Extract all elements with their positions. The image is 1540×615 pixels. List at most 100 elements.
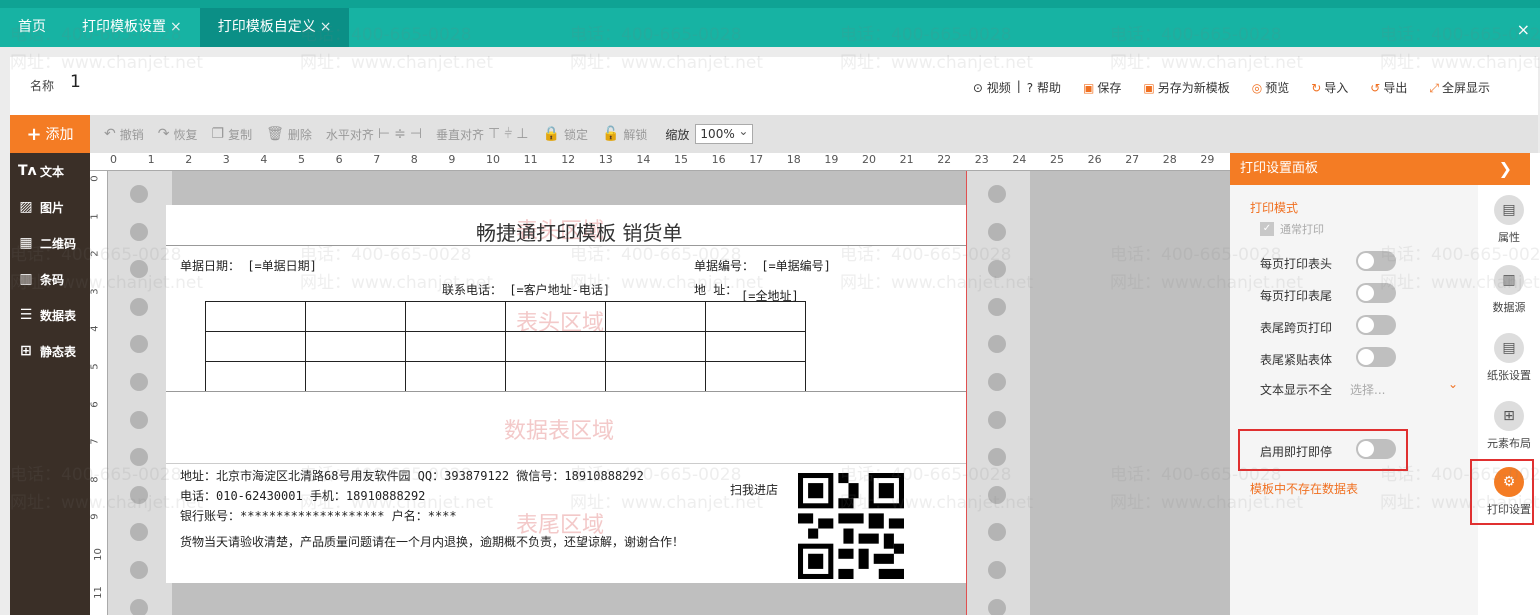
ruler-tick: 22 bbox=[937, 153, 952, 166]
tab-home[interactable]: 首页 bbox=[0, 7, 64, 47]
ruler-tick: 29 bbox=[1200, 153, 1215, 166]
ruler-tick: 11 bbox=[523, 153, 538, 166]
footer-tel[interactable]: 电话：010-62430001 手机：18910888292 bbox=[180, 487, 425, 504]
align-top-icon[interactable]: ⊤ bbox=[488, 126, 500, 142]
align-left-icon[interactable]: ⊢ bbox=[378, 126, 390, 142]
sidebar-item-image[interactable]: ▨ 图片 bbox=[10, 189, 90, 225]
tractor-hole bbox=[130, 523, 148, 542]
sidebar-item-barcode[interactable]: ▥ 条码 bbox=[10, 261, 90, 297]
tractor-hole bbox=[988, 448, 1006, 467]
align-bottom-icon[interactable]: ⊥ bbox=[516, 126, 528, 142]
ruler-tick: 28 bbox=[1162, 153, 1177, 166]
align-right-icon[interactable]: ⊣ bbox=[410, 126, 422, 142]
preview-icon: ◎ bbox=[1251, 81, 1263, 95]
name-label: 名称 bbox=[30, 79, 55, 93]
tractor-strip-left bbox=[108, 171, 172, 615]
import-button[interactable]: ↻ 导入 bbox=[1311, 79, 1348, 96]
name-value[interactable]: 1 bbox=[70, 72, 81, 92]
ruler-left: 0 1 2 3 4 5 6 7 8 9 10 11 bbox=[90, 171, 108, 615]
row-label: 表尾紧贴表体 bbox=[1260, 353, 1333, 367]
zoom-select[interactable]: 100% bbox=[695, 122, 754, 144]
ruler-tick: 1 bbox=[147, 153, 155, 166]
rail-item-datasource[interactable]: ▥ 数据源 bbox=[1478, 265, 1540, 315]
layout-icon: ⊞ bbox=[1494, 401, 1524, 431]
fullscreen-icon: ⤢ bbox=[1429, 81, 1439, 95]
sidebar-item-datatable[interactable]: ☰ 数据表 bbox=[10, 297, 90, 333]
delete-button[interactable]: 🗑 删除 bbox=[266, 126, 312, 143]
ruler-tick: 0 bbox=[90, 175, 101, 182]
save-icon: ▣ bbox=[1083, 81, 1095, 95]
toggle-footer-stick-body[interactable] bbox=[1356, 347, 1396, 367]
rail-item-element-layout[interactable]: ⊞ 元素布局 bbox=[1478, 401, 1540, 451]
tractor-hole bbox=[988, 260, 1006, 279]
save-as-button[interactable]: ▣ 另存为新模板 bbox=[1143, 79, 1229, 96]
tractor-hole bbox=[130, 297, 148, 316]
unlock-button[interactable]: 🔓 解锁 bbox=[602, 126, 647, 143]
footer-address[interactable]: 地址：北京市海淀区北清路68号用友软件园 QQ：393879122 微信号：18… bbox=[180, 467, 644, 484]
video-button[interactable]: ⊙ 视频 bbox=[973, 79, 1011, 96]
align-middle-icon[interactable]: ⫩ bbox=[504, 126, 512, 142]
row-label: 每页打印表头 bbox=[1260, 257, 1333, 271]
scan-label[interactable]: 扫我进店 bbox=[730, 481, 778, 498]
close-icon[interactable]: × bbox=[1517, 20, 1530, 39]
ruler-tick: 9 bbox=[448, 153, 456, 166]
normal-print-checkbox[interactable]: ✓ 通常打印 bbox=[1260, 221, 1324, 237]
plus-icon: + bbox=[26, 123, 42, 145]
design-canvas[interactable]: 0 1 2 3 4 5 6 7 8 9 10 11 12 13 14 15 16 17 18 19 20 21 22 23 24… bbox=[90, 153, 1230, 615]
ruler-tick: 6 bbox=[90, 400, 101, 408]
tab-print-template-custom[interactable]: 打印模板自定义 × bbox=[199, 7, 350, 47]
lock-button[interactable]: 🔒 锁定 bbox=[543, 126, 588, 143]
footer-note[interactable]: 货物当天请验收清楚，产品质量问题请在一个月内退换，逾期概不负责，还望谅解，谢谢合… bbox=[180, 533, 684, 550]
undo-button[interactable]: ↶ 撤销 bbox=[104, 126, 144, 143]
ruler-tick: 21 bbox=[899, 153, 914, 166]
fullscreen-button[interactable]: ⤢ 全屏显示 bbox=[1429, 79, 1490, 96]
sidebar-item-static-table[interactable]: ⊞ 静态表 bbox=[10, 333, 90, 369]
ruler-tick: 4 bbox=[260, 153, 268, 166]
ruler-tick: 7 bbox=[373, 153, 381, 166]
close-icon[interactable]: × bbox=[170, 7, 182, 47]
paper-title[interactable]: 畅捷通打印模板 销货单 bbox=[476, 217, 682, 246]
chevron-right-icon[interactable]: ❯ bbox=[1499, 153, 1512, 185]
field-number[interactable]: 单据编号： [=单据编号] bbox=[694, 257, 831, 274]
footer-bank[interactable]: 银行账号：******************** 户名：**** bbox=[180, 507, 457, 524]
redo-button[interactable]: ↷ 恢复 bbox=[158, 126, 198, 143]
rail-item-paper-settings[interactable]: ▤ 纸张设置 bbox=[1478, 333, 1540, 383]
close-icon[interactable]: × bbox=[320, 7, 332, 47]
qrcode-image[interactable] bbox=[798, 473, 904, 579]
preview-button[interactable]: ◎ 预览 bbox=[1252, 79, 1290, 96]
export-button[interactable]: ↺ 导出 bbox=[1370, 79, 1407, 96]
ruler-tick: 12 bbox=[561, 153, 576, 166]
ruler-tick: 6 bbox=[335, 153, 343, 166]
print-paper[interactable]: 表头区域 表头区域 数据表区域 表尾区域 畅捷通打印模板 销货单 单据日期： [… bbox=[166, 205, 966, 583]
ruler-tick: 25 bbox=[1050, 153, 1064, 166]
field-address-label[interactable]: 地 址： bbox=[694, 281, 737, 298]
sidebar-item-text[interactable]: Tʌ 文本 bbox=[10, 153, 90, 189]
text-overflow-select[interactable]: 选择... bbox=[1350, 381, 1385, 398]
tractor-hole bbox=[988, 523, 1006, 542]
rail-item-properties[interactable]: ▤ 属性 bbox=[1478, 195, 1540, 245]
ruler-tick: 10 bbox=[486, 153, 500, 166]
help-button[interactable]: ? 帮助 bbox=[1027, 79, 1061, 96]
add-button[interactable]: + 添加 bbox=[10, 115, 90, 153]
tab-print-template-settings[interactable]: 打印模板设置 × bbox=[64, 7, 200, 47]
ruler-tick: 4 bbox=[90, 325, 101, 333]
copy-button[interactable]: ❐ 复制 bbox=[212, 126, 253, 143]
field-phone[interactable]: 联系电话： [=客户地址-电话] bbox=[442, 281, 610, 298]
static-table[interactable] bbox=[205, 301, 806, 392]
align-center-icon[interactable]: ≑ bbox=[394, 126, 406, 142]
chevron-down-icon[interactable]: ⌄ bbox=[1448, 377, 1458, 391]
field-date[interactable]: 单据日期： [=单据日期] bbox=[180, 257, 317, 274]
toggle-header-every-page[interactable] bbox=[1356, 251, 1396, 271]
ruler-tick: 9 bbox=[90, 513, 101, 521]
save-button[interactable]: ▣ 保存 bbox=[1083, 79, 1121, 96]
ruler-tick: 5 bbox=[90, 363, 101, 370]
ruler-tick: 10 bbox=[92, 548, 104, 561]
toggle-footer-cross-page[interactable] bbox=[1356, 315, 1396, 335]
sidebar-item-qrcode[interactable]: ▦ 二维码 bbox=[10, 225, 90, 261]
ruler-tick: 5 bbox=[298, 153, 305, 166]
tractor-hole bbox=[988, 335, 1006, 354]
panel-header: 打印设置面板 ❯ bbox=[1230, 153, 1530, 185]
toggle-footer-every-page[interactable] bbox=[1356, 283, 1396, 303]
separator bbox=[166, 463, 966, 464]
ruler-tick: 18 bbox=[786, 153, 801, 166]
